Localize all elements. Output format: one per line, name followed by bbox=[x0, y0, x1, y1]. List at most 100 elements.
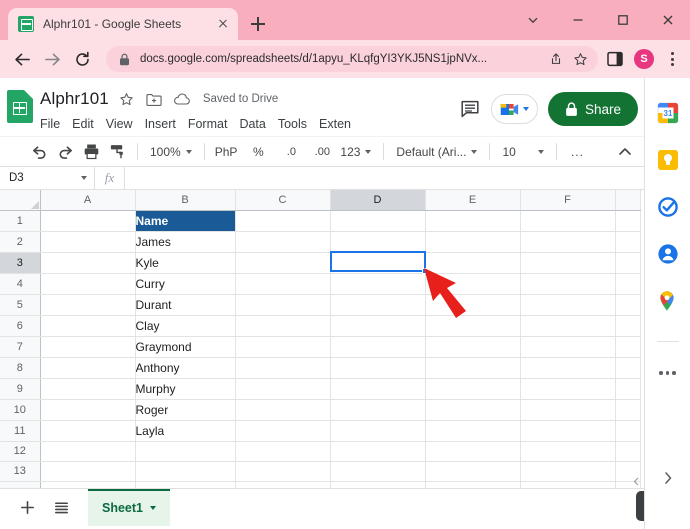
side-panel-icon[interactable] bbox=[606, 50, 624, 68]
name-box[interactable]: D3 bbox=[0, 166, 95, 190]
cell-e10[interactable] bbox=[425, 399, 521, 421]
cell-a6[interactable] bbox=[40, 315, 136, 337]
star-icon[interactable] bbox=[572, 51, 588, 67]
cell-g1[interactable] bbox=[615, 210, 641, 232]
cell-d5[interactable] bbox=[330, 294, 426, 316]
currency-format-button[interactable]: PhP bbox=[212, 139, 241, 165]
cell-c3[interactable] bbox=[235, 252, 331, 274]
close-window-icon[interactable] bbox=[645, 1, 690, 39]
cell-f1[interactable] bbox=[520, 210, 616, 232]
decrease-decimal-button[interactable]: .0 bbox=[278, 139, 304, 165]
cell-g9[interactable] bbox=[615, 378, 641, 400]
share-button[interactable]: Share bbox=[547, 92, 638, 126]
cell-d12[interactable] bbox=[330, 441, 426, 462]
cell-b6[interactable]: Clay bbox=[135, 315, 236, 337]
star-icon[interactable] bbox=[118, 90, 136, 108]
cell-d2[interactable] bbox=[330, 231, 426, 253]
add-sheet-icon[interactable] bbox=[12, 492, 42, 522]
increase-decimal-button[interactable]: .00 bbox=[309, 139, 335, 165]
cell-b4[interactable]: Curry bbox=[135, 273, 236, 295]
cell-f7[interactable] bbox=[520, 336, 616, 358]
cell-c5[interactable] bbox=[235, 294, 331, 316]
row-header-4[interactable]: 4 bbox=[0, 273, 41, 295]
cell-a5[interactable] bbox=[40, 294, 136, 316]
row-header-5[interactable]: 5 bbox=[0, 294, 41, 316]
cell-e8[interactable] bbox=[425, 357, 521, 379]
cell-b10[interactable]: Roger bbox=[135, 399, 236, 421]
print-icon[interactable] bbox=[78, 139, 104, 165]
scroll-left-icon[interactable] bbox=[630, 475, 643, 488]
google-calendar-icon[interactable]: 31 bbox=[657, 102, 679, 124]
cell-a1[interactable] bbox=[40, 210, 136, 232]
cell-f6[interactable] bbox=[520, 315, 616, 337]
forward-icon[interactable] bbox=[38, 45, 66, 73]
address-bar[interactable]: docs.google.com/spreadsheets/d/1apyu_KLq… bbox=[106, 46, 598, 72]
cell-c12[interactable] bbox=[235, 441, 331, 462]
share-icon[interactable] bbox=[548, 51, 564, 67]
cell-c9[interactable] bbox=[235, 378, 331, 400]
minimize-icon[interactable] bbox=[555, 1, 600, 39]
menu-item-insert[interactable]: Insert bbox=[145, 117, 176, 131]
cell-e5[interactable] bbox=[425, 294, 521, 316]
cell-g4[interactable] bbox=[615, 273, 641, 295]
google-meet-button[interactable] bbox=[490, 94, 538, 124]
cell-g2[interactable] bbox=[615, 231, 641, 253]
cell-e7[interactable] bbox=[425, 336, 521, 358]
cell-c10[interactable] bbox=[235, 399, 331, 421]
cell-c8[interactable] bbox=[235, 357, 331, 379]
cell-a4[interactable] bbox=[40, 273, 136, 295]
cell-e9[interactable] bbox=[425, 378, 521, 400]
cell-e4[interactable] bbox=[425, 273, 521, 295]
font-size-dropdown[interactable]: 10 bbox=[497, 139, 549, 165]
all-sheets-icon[interactable] bbox=[46, 492, 76, 522]
cell-d1[interactable] bbox=[330, 210, 426, 232]
cell-d11[interactable] bbox=[330, 420, 426, 442]
column-header-f[interactable]: F bbox=[520, 190, 616, 211]
redo-icon[interactable] bbox=[52, 139, 78, 165]
row-header-1[interactable]: 1 bbox=[0, 210, 41, 232]
column-header-e[interactable]: E bbox=[425, 190, 521, 211]
undo-icon[interactable] bbox=[26, 139, 52, 165]
cell-a10[interactable] bbox=[40, 399, 136, 421]
column-header-partial[interactable] bbox=[615, 190, 641, 211]
cell-f9[interactable] bbox=[520, 378, 616, 400]
more-icon[interactable] bbox=[659, 371, 676, 375]
cell-a8[interactable] bbox=[40, 357, 136, 379]
cell-g5[interactable] bbox=[615, 294, 641, 316]
cell-b5[interactable]: Durant bbox=[135, 294, 236, 316]
cell-d8[interactable] bbox=[330, 357, 426, 379]
row-header-12[interactable]: 12 bbox=[0, 441, 41, 462]
paint-format-icon[interactable] bbox=[104, 139, 130, 165]
cell-g6[interactable] bbox=[615, 315, 641, 337]
google-tasks-icon[interactable] bbox=[657, 196, 679, 218]
cell-f4[interactable] bbox=[520, 273, 616, 295]
cell-e6[interactable] bbox=[425, 315, 521, 337]
menu-item-tools[interactable]: Tools bbox=[278, 117, 307, 131]
cell-a7[interactable] bbox=[40, 336, 136, 358]
cell-b11[interactable]: Layla bbox=[135, 420, 236, 442]
cell-e1[interactable] bbox=[425, 210, 521, 232]
cell-c7[interactable] bbox=[235, 336, 331, 358]
cell-c4[interactable] bbox=[235, 273, 331, 295]
cell-a2[interactable] bbox=[40, 231, 136, 253]
number-format-dropdown[interactable]: 123 bbox=[335, 139, 376, 165]
expand-chevron-icon[interactable] bbox=[655, 465, 681, 491]
cell-b8[interactable]: Anthony bbox=[135, 357, 236, 379]
cell-c2[interactable] bbox=[235, 231, 331, 253]
cell-a11[interactable] bbox=[40, 420, 136, 442]
column-header-b[interactable]: B bbox=[135, 190, 236, 211]
cell-d10[interactable] bbox=[330, 399, 426, 421]
row-header-9[interactable]: 9 bbox=[0, 378, 41, 400]
cell-c11[interactable] bbox=[235, 420, 331, 442]
back-icon[interactable] bbox=[8, 45, 36, 73]
browser-tab[interactable]: Alphr101 - Google Sheets bbox=[8, 8, 238, 40]
cell-g8[interactable] bbox=[615, 357, 641, 379]
row-header-11[interactable]: 11 bbox=[0, 420, 41, 442]
menu-item-data[interactable]: Data bbox=[239, 117, 265, 131]
cell-g7[interactable] bbox=[615, 336, 641, 358]
cell-f2[interactable] bbox=[520, 231, 616, 253]
cell-d7[interactable] bbox=[330, 336, 426, 358]
column-header-a[interactable]: A bbox=[40, 190, 136, 211]
browser-profile-avatar[interactable]: S bbox=[634, 49, 654, 69]
row-header-6[interactable]: 6 bbox=[0, 315, 41, 337]
